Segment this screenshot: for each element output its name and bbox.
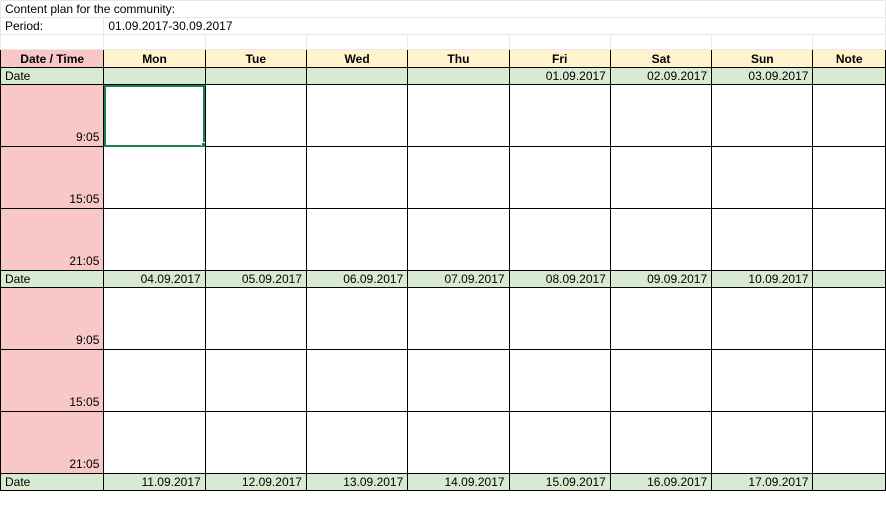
date-w0-fri[interactable]: 01.09.2017 [509, 68, 610, 85]
slot-row-w1-t0: 9:05 [1, 288, 886, 350]
slot-w0-t0-fri[interactable] [509, 85, 610, 147]
date-w0-thu[interactable] [408, 68, 509, 85]
date-w2-sat[interactable]: 16.09.2017 [610, 474, 711, 491]
blank-cell[interactable] [1, 35, 104, 50]
slot-row-w1-t2: 21:05 [1, 412, 886, 474]
title-cell[interactable]: Content plan for the community: [1, 1, 886, 18]
slot-w0-t0-mon[interactable] [104, 85, 205, 147]
date-w1-wed[interactable]: 06.09.2017 [306, 271, 407, 288]
header-day-thu[interactable]: Thu [408, 50, 509, 68]
date-w0-tue[interactable] [205, 68, 306, 85]
date-w0-mon[interactable] [104, 68, 205, 85]
header-day-sun[interactable]: Sun [712, 50, 813, 68]
time-w0-0[interactable]: 9:05 [1, 85, 104, 147]
time-w1-0[interactable]: 9:05 [1, 288, 104, 350]
period-value-cell[interactable]: 01.09.2017-30.09.2017 [104, 18, 886, 35]
time-w1-2[interactable]: 21:05 [1, 412, 104, 474]
date-row-0: Date 01.09.2017 02.09.2017 03.09.2017 [1, 68, 886, 85]
time-w0-2[interactable]: 21:05 [1, 209, 104, 271]
slot-row-w1-t1: 15:05 [1, 350, 886, 412]
header-date-time[interactable]: Date / Time [1, 50, 104, 68]
date-w1-note[interactable] [813, 271, 886, 288]
header-day-mon[interactable]: Mon [104, 50, 205, 68]
date-w2-fri[interactable]: 15.09.2017 [509, 474, 610, 491]
date-row-1: Date 04.09.2017 05.09.2017 06.09.2017 07… [1, 271, 886, 288]
slot-w0-t0-wed[interactable] [306, 85, 407, 147]
date-label-1[interactable]: Date [1, 271, 104, 288]
date-w1-fri[interactable]: 08.09.2017 [509, 271, 610, 288]
date-w2-note[interactable] [813, 474, 886, 491]
date-w1-sat[interactable]: 09.09.2017 [610, 271, 711, 288]
slot-row-w0-t2: 21:05 [1, 209, 886, 271]
date-w1-tue[interactable]: 05.09.2017 [205, 271, 306, 288]
date-w0-wed[interactable] [306, 68, 407, 85]
header-note[interactable]: Note [813, 50, 886, 68]
slot-w0-t0-thu[interactable] [408, 85, 509, 147]
time-w0-1[interactable]: 15:05 [1, 147, 104, 209]
date-w1-mon[interactable]: 04.09.2017 [104, 271, 205, 288]
date-w2-wed[interactable]: 13.09.2017 [306, 474, 407, 491]
header-day-wed[interactable]: Wed [306, 50, 407, 68]
slot-w0-t0-tue[interactable] [205, 85, 306, 147]
date-w0-sat[interactable]: 02.09.2017 [610, 68, 711, 85]
date-w0-note[interactable] [813, 68, 886, 85]
date-w1-thu[interactable]: 07.09.2017 [408, 271, 509, 288]
period-label-cell[interactable]: Period: [1, 18, 104, 35]
date-label-0[interactable]: Date [1, 68, 104, 85]
slot-row-w0-t0: 9:05 [1, 85, 886, 147]
date-w0-sun[interactable]: 03.09.2017 [712, 68, 813, 85]
date-row-2: Date 11.09.2017 12.09.2017 13.09.2017 14… [1, 474, 886, 491]
header-day-sat[interactable]: Sat [610, 50, 711, 68]
slot-row-w0-t1: 15:05 [1, 147, 886, 209]
date-w2-sun[interactable]: 17.09.2017 [712, 474, 813, 491]
header-day-tue[interactable]: Tue [205, 50, 306, 68]
date-w2-tue[interactable]: 12.09.2017 [205, 474, 306, 491]
time-w1-1[interactable]: 15:05 [1, 350, 104, 412]
date-w1-sun[interactable]: 10.09.2017 [712, 271, 813, 288]
date-label-2[interactable]: Date [1, 474, 104, 491]
header-day-fri[interactable]: Fri [509, 50, 610, 68]
content-plan-table: Content plan for the community: Period: … [0, 0, 886, 491]
slot-w0-t0-note[interactable] [813, 85, 886, 147]
date-w2-mon[interactable]: 11.09.2017 [104, 474, 205, 491]
slot-w0-t0-sun[interactable] [712, 85, 813, 147]
date-w2-thu[interactable]: 14.09.2017 [408, 474, 509, 491]
slot-w0-t0-sat[interactable] [610, 85, 711, 147]
